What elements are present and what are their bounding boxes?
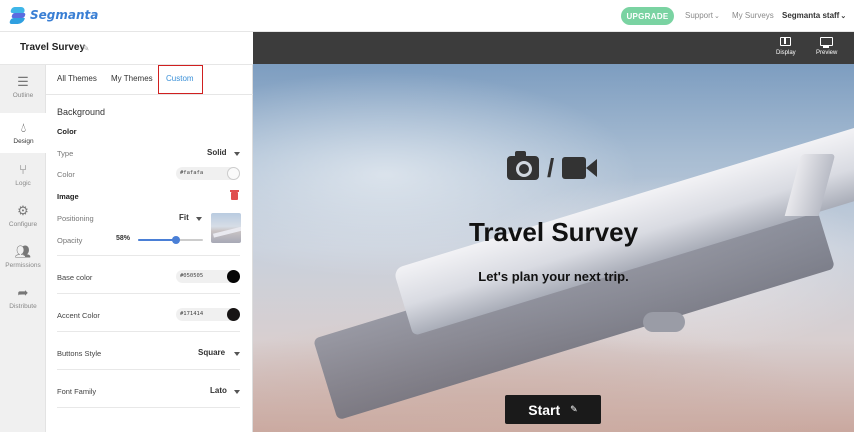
tab-my-themes[interactable]: My Themes: [111, 74, 153, 83]
base-color-label: Base color: [57, 273, 93, 282]
rail-item-outline[interactable]: ☰ Outline: [0, 67, 46, 107]
divider: [57, 293, 240, 294]
opacity-slider-fill: [138, 239, 176, 241]
font-family-chevron-down-icon[interactable]: [234, 390, 240, 394]
share-icon: ➦: [17, 285, 29, 300]
start-button[interactable]: Start ✎: [505, 395, 601, 424]
preview-title: Travel Survey: [468, 217, 639, 247]
rail-label: Logic: [15, 180, 31, 187]
font-family-select[interactable]: Lato: [210, 386, 227, 395]
rail-item-logic[interactable]: ⑂ Logic: [0, 155, 46, 195]
color-heading: Color: [57, 127, 77, 136]
background-color-value: #fafafa: [180, 170, 204, 176]
divider: [57, 369, 240, 370]
camera-icon: [507, 151, 539, 180]
segmanta-logo-icon: [8, 6, 27, 24]
divider: [57, 407, 240, 408]
type-label: Type: [57, 149, 74, 158]
accent-color-field[interactable]: #171414: [176, 308, 240, 321]
survey-preview: / Travel Survey Let's plan your next tri…: [253, 64, 854, 432]
chevron-down-icon: ⌄: [714, 13, 720, 20]
buttons-style-label: Buttons Style: [57, 349, 102, 358]
airplane-engine: [643, 312, 685, 332]
background-color-swatch[interactable]: [227, 167, 240, 180]
design-panel: All Themes My Themes Custom Background C…: [46, 65, 253, 432]
background-heading: Background: [57, 107, 106, 117]
positioning-label: Positioning: [57, 214, 94, 223]
base-color-value: #050505: [180, 273, 204, 279]
brand-name: Segmanta: [30, 8, 99, 22]
my-surveys-link[interactable]: My Surveys: [732, 11, 774, 20]
layout-icon: [780, 37, 792, 46]
preview-button[interactable]: Preview: [816, 37, 837, 56]
branch-icon: ⑂: [19, 162, 27, 177]
video-camera-icon: [562, 157, 598, 179]
display-label: Display: [776, 50, 796, 56]
monitor-icon: [820, 37, 834, 48]
gear-icon: ⚙: [17, 203, 29, 218]
users-icon: 👥︎: [14, 244, 32, 259]
rail-label: Permissions: [5, 262, 41, 269]
type-select[interactable]: Solid: [207, 148, 227, 157]
rail-item-permissions[interactable]: 👥︎ Permissions: [0, 237, 46, 277]
rail-label: Configure: [8, 221, 38, 228]
opacity-label: Opacity: [57, 236, 83, 245]
account-label: Segmanta staff: [782, 11, 840, 20]
top-bar: Segmanta UPGRADE Support⌄ My Surveys Seg…: [0, 0, 854, 32]
background-image-thumbnail[interactable]: [211, 213, 241, 243]
edit-title-pencil-icon[interactable]: ✎: [82, 43, 90, 54]
font-family-label: Font Family: [57, 387, 97, 396]
base-color-field[interactable]: #050505: [176, 270, 240, 283]
rail-item-configure[interactable]: ⚙ Configure: [0, 196, 46, 236]
opacity-value: 58%: [116, 235, 131, 242]
rail-item-distribute[interactable]: ➦ Distribute: [0, 278, 46, 318]
segmanta-logo[interactable]: Segmanta: [8, 6, 99, 24]
tab-all-themes[interactable]: All Themes: [57, 74, 97, 83]
support-label: Support: [685, 11, 714, 20]
preview-subtitle: Let's plan your next trip.: [478, 269, 629, 284]
rail-label: Design: [13, 138, 34, 145]
color-label: Color: [57, 170, 75, 179]
accent-color-value: #171414: [180, 311, 204, 317]
support-menu[interactable]: Support⌄: [685, 11, 720, 20]
image-heading: Image: [57, 192, 79, 201]
opacity-slider-handle[interactable]: [171, 236, 180, 244]
media-placeholder[interactable]: /: [507, 151, 598, 183]
start-label: Start: [528, 401, 561, 418]
preview-label: Preview: [816, 50, 838, 56]
buttons-style-chevron-down-icon[interactable]: [234, 352, 240, 356]
rail-label: Distribute: [9, 303, 37, 310]
buttons-style-select[interactable]: Square: [198, 348, 225, 357]
slash-divider: /: [547, 153, 555, 183]
divider: [57, 255, 240, 256]
opacity-slider[interactable]: [138, 236, 203, 244]
display-button[interactable]: Display: [776, 37, 796, 56]
preview-toolbar: Display Preview: [253, 32, 854, 64]
type-chevron-down-icon[interactable]: [234, 152, 240, 156]
edit-pencil-icon[interactable]: ✎: [570, 404, 578, 415]
upgrade-button[interactable]: UPGRADE: [621, 7, 674, 25]
rail-item-design[interactable]: 💧︎ Design: [0, 113, 47, 153]
account-menu[interactable]: Segmanta staff⌄: [782, 11, 846, 20]
chevron-down-icon: ⌄: [840, 13, 847, 20]
positioning-select[interactable]: Fit: [179, 213, 189, 222]
custom-tab-highlight: [158, 65, 203, 94]
list-icon: ☰: [17, 74, 29, 89]
positioning-chevron-down-icon[interactable]: [196, 217, 202, 221]
theme-tabs: All Themes My Themes Custom: [46, 65, 253, 95]
survey-title-row: Travel Survey ✎: [0, 32, 253, 65]
accent-color-swatch[interactable]: [227, 308, 240, 321]
drop-icon: 💧︎: [20, 120, 27, 135]
survey-title: Travel Survey: [20, 42, 86, 53]
accent-color-label: Accent Color: [57, 311, 100, 320]
rail-label: Outline: [12, 92, 34, 99]
base-color-swatch[interactable]: [227, 270, 240, 283]
divider: [57, 331, 240, 332]
editor-rail: ☰ Outline 💧︎ Design ⑂ Logic ⚙ Configure …: [0, 65, 47, 432]
background-color-field[interactable]: #fafafa: [176, 167, 240, 180]
delete-image-trash-icon[interactable]: [230, 190, 239, 200]
